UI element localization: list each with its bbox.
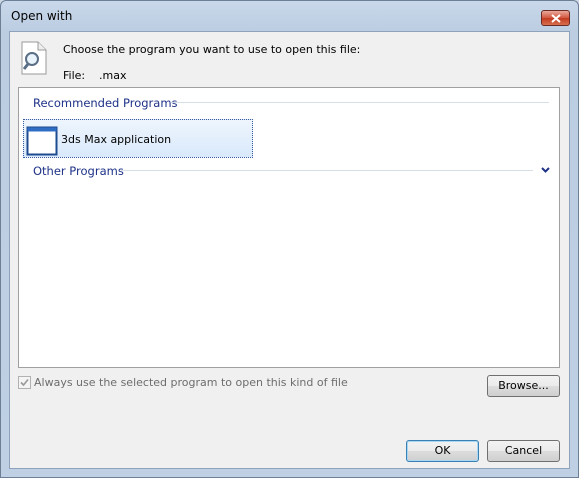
always-use-label: Always use the selected program to open … (34, 376, 348, 389)
other-divider (121, 170, 533, 171)
close-button[interactable] (541, 10, 570, 26)
always-use-checkbox[interactable] (18, 376, 31, 389)
chevron-down-icon[interactable] (541, 167, 550, 173)
window-title: Open with (11, 9, 73, 23)
recommended-programs-header[interactable]: Recommended Programs (33, 96, 178, 110)
browse-button[interactable]: Browse... (487, 375, 560, 397)
file-label: File: (63, 69, 86, 82)
title-bar[interactable]: Open with (1, 1, 578, 31)
program-item-label: 3ds Max application (61, 133, 172, 146)
file-name: .max (99, 69, 127, 82)
cancel-button[interactable]: Cancel (487, 440, 560, 462)
checkmark-icon (20, 378, 29, 387)
close-icon (551, 14, 561, 23)
dialog-prompt: Choose the program you want to use to op… (63, 43, 361, 56)
other-programs-header[interactable]: Other Programs (33, 164, 124, 178)
dialog-body: Choose the program you want to use to op… (9, 31, 570, 469)
ok-button[interactable]: OK (406, 440, 479, 462)
program-item-3ds-max[interactable]: 3ds Max application (23, 119, 253, 158)
open-with-dialog: Open with Choose the program you want to… (0, 0, 579, 478)
program-list[interactable]: Recommended Programs 3ds Max application… (18, 87, 560, 368)
recommended-divider (171, 102, 549, 103)
application-window-icon (26, 126, 58, 156)
file-search-icon (21, 41, 47, 75)
